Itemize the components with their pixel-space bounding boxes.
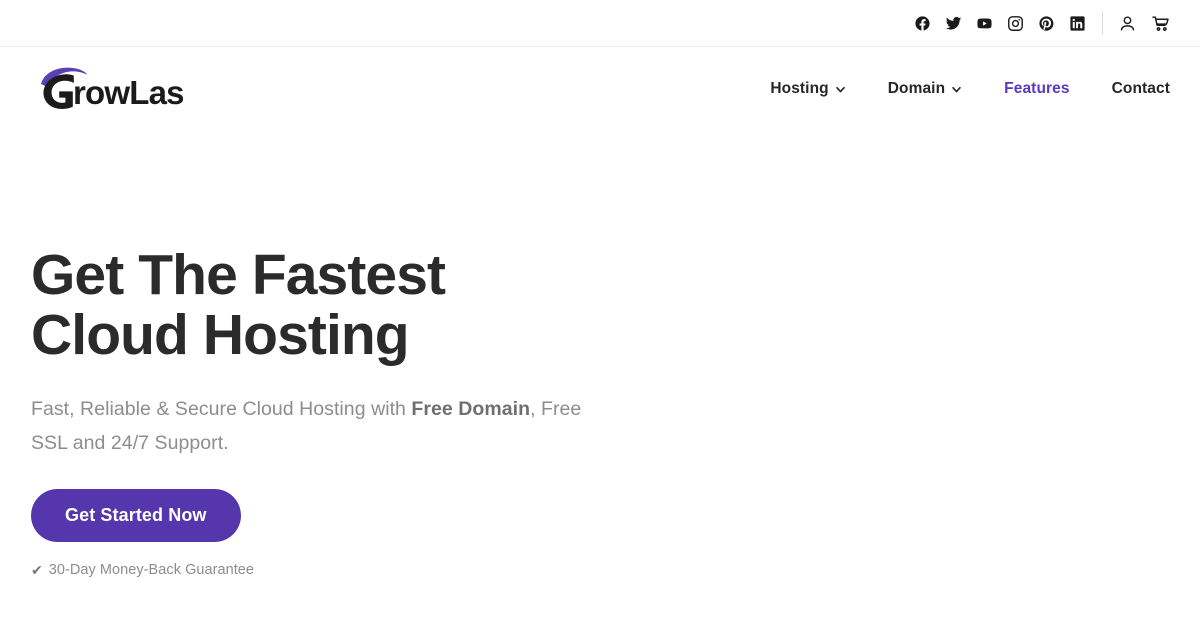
- get-started-button[interactable]: Get Started Now: [31, 489, 241, 542]
- instagram-icon[interactable]: [1007, 15, 1024, 32]
- hero-section: Get The Fastest Cloud Hosting Fast, Reli…: [0, 130, 1200, 578]
- hero-subtitle: Fast, Reliable & Secure Cloud Hosting wi…: [31, 392, 591, 460]
- nav-item-contact[interactable]: Contact: [1091, 80, 1170, 98]
- chevron-down-icon: [835, 84, 846, 95]
- chevron-down-icon: [951, 84, 962, 95]
- nav-item-features[interactable]: Features: [983, 80, 1090, 98]
- social-links: [914, 15, 1086, 32]
- hero-title: Get The Fastest Cloud Hosting: [31, 245, 651, 365]
- growlast-logo-icon: rowLast: [31, 63, 196, 114]
- site-header: rowLast Hosting Domain Features Contact: [0, 47, 1200, 130]
- nav-item-label: Domain: [887, 79, 946, 97]
- nav-item-label: Contact: [1111, 79, 1170, 97]
- page-root: rowLast Hosting Domain Features Contact …: [0, 0, 1200, 634]
- guarantee-label: 30-Day Money-Back Guarantee: [48, 562, 255, 578]
- facebook-icon[interactable]: [914, 15, 931, 32]
- topbar-divider: [1102, 11, 1103, 35]
- hero-subtitle-part1: Fast, Reliable & Secure Cloud Hosting wi…: [31, 398, 412, 420]
- cart-icon[interactable]: [1151, 14, 1170, 33]
- utility-actions: [1118, 14, 1170, 33]
- account-icon[interactable]: [1118, 14, 1137, 33]
- primary-navigation: Hosting Domain Features Contact: [749, 80, 1170, 98]
- pinterest-icon[interactable]: [1038, 15, 1055, 32]
- nav-item-label: Hosting: [770, 79, 829, 97]
- twitter-icon[interactable]: [945, 15, 962, 32]
- brand-logo-link[interactable]: rowLast: [31, 63, 196, 114]
- linkedin-icon[interactable]: [1069, 15, 1086, 32]
- youtube-icon[interactable]: [976, 15, 993, 32]
- hero-title-line-2: Cloud Hosting: [31, 303, 410, 367]
- top-utility-bar: [0, 0, 1200, 47]
- nav-item-hosting[interactable]: Hosting: [749, 80, 866, 98]
- hero-subtitle-emphasis: Free Domain: [411, 398, 531, 420]
- hero-title-line-1: Get The Fastest: [31, 243, 446, 307]
- svg-text:rowLast: rowLast: [73, 74, 183, 109]
- nav-item-domain[interactable]: Domain: [867, 80, 983, 98]
- check-icon: ✔: [31, 562, 43, 578]
- guarantee-note: ✔ 30-Day Money-Back Guarantee: [31, 562, 1200, 578]
- nav-item-label: Features: [1004, 79, 1070, 97]
